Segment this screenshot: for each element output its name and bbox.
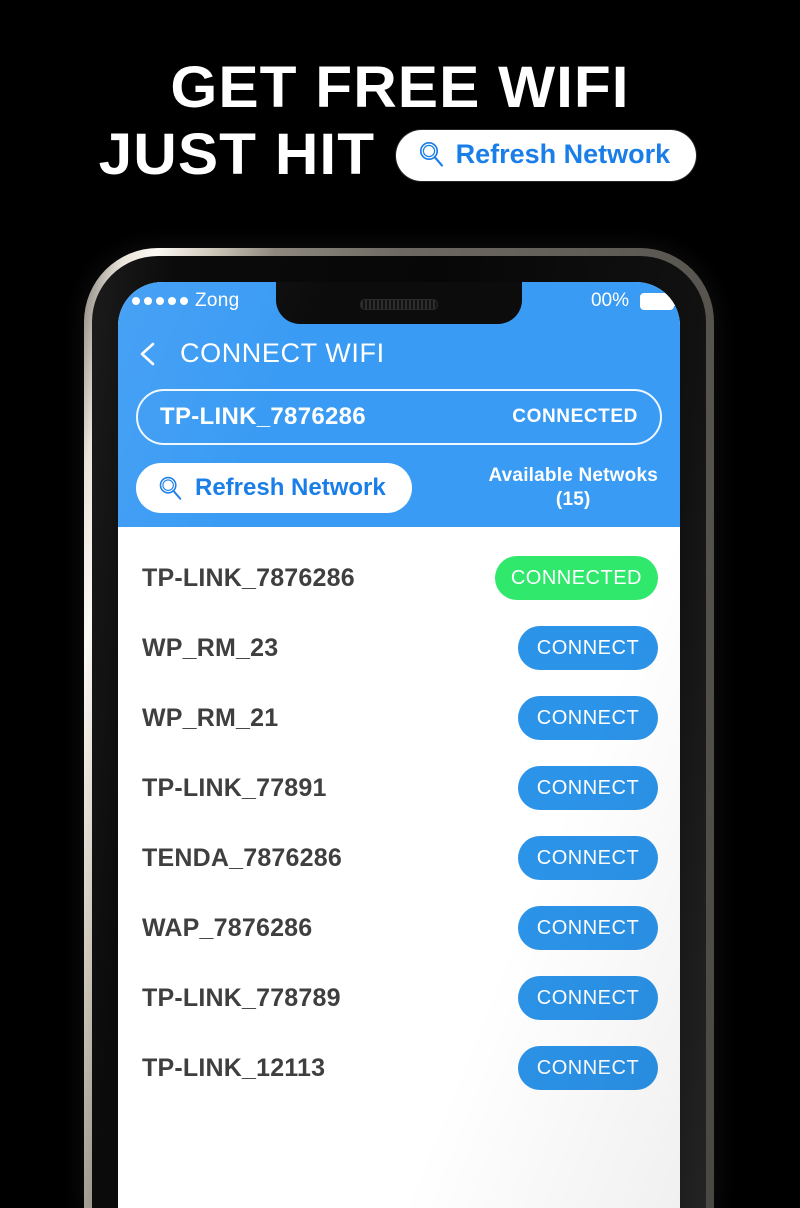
network-ssid: TP-LINK_77891 xyxy=(142,773,327,802)
network-list: TP-LINK_7876286 CONNECTED WP_RM_23 CONNECT W… xyxy=(118,527,680,1103)
network-row[interactable]: WP_RM_21 CONNECT xyxy=(118,683,680,753)
network-row[interactable]: TP-LINK_778789 CONNECT xyxy=(118,963,680,1033)
current-connection-status: CONNECTED xyxy=(512,406,638,427)
network-connected-badge: CONNECTED xyxy=(494,556,658,600)
chevron-left-icon[interactable] xyxy=(136,341,162,367)
phone-outer-bezel: Zong 00% CONNECT WIFI TP-LINK_7876286 CO… xyxy=(84,248,714,1208)
magnifier-icon xyxy=(156,474,184,502)
network-connect-button[interactable]: CONNECT xyxy=(518,696,658,740)
earpiece-speaker-icon xyxy=(360,299,438,310)
network-ssid: TP-LINK_7876286 xyxy=(142,563,355,592)
network-row[interactable]: TP-LINK_77891 CONNECT xyxy=(118,753,680,823)
network-ssid: TENDA_7876286 xyxy=(142,843,342,872)
phone-inner-frame: Zong 00% CONNECT WIFI TP-LINK_7876286 CO… xyxy=(92,256,706,1208)
phone-notch xyxy=(276,282,522,324)
network-row[interactable]: TENDA_7876286 CONNECT xyxy=(118,823,680,893)
network-connect-button[interactable]: CONNECT xyxy=(518,906,658,950)
carrier-name: Zong xyxy=(195,290,240,311)
promo-banner: GET FREE WIFI JUST HIT Refresh Network xyxy=(0,0,800,230)
network-connect-button[interactable]: CONNECT xyxy=(518,1046,658,1090)
header-actions-row: Refresh Network Available Netwoks (15) xyxy=(118,445,680,513)
refresh-network-label: Refresh Network xyxy=(195,474,386,501)
available-networks-count: (15) xyxy=(555,489,591,510)
promo-refresh-network-pill[interactable]: Refresh Network xyxy=(395,129,697,181)
app-header: CONNECT WIFI TP-LINK_7876286 CONNECTED R… xyxy=(118,322,680,527)
refresh-network-button[interactable]: Refresh Network xyxy=(136,463,412,513)
network-ssid: TP-LINK_778789 xyxy=(142,983,341,1012)
current-connection-ssid: TP-LINK_7876286 xyxy=(160,403,366,430)
network-ssid: WP_RM_23 xyxy=(142,633,279,662)
network-row[interactable]: TP-LINK_12113 CONNECT xyxy=(118,1033,680,1103)
promo-headline-line2-row: JUST HIT Refresh Network xyxy=(0,122,800,188)
status-bar-right: 00% xyxy=(590,290,677,312)
network-ssid: WP_RM_21 xyxy=(142,703,279,732)
network-connect-button[interactable]: CONNECT xyxy=(518,836,658,880)
page-title: CONNECT WIFI xyxy=(180,338,385,368)
network-connect-button[interactable]: CONNECT xyxy=(518,626,658,670)
promo-pill-label: Refresh Network xyxy=(455,138,671,169)
available-networks-label: Available Netwoks xyxy=(488,465,658,486)
available-networks-counter: Available Netwoks (15) xyxy=(488,464,658,512)
network-connect-button[interactable]: CONNECT xyxy=(518,766,658,810)
battery-percent-label: 00% xyxy=(590,290,629,311)
battery-full-icon xyxy=(640,292,677,310)
promo-headline-line1: GET FREE WIFI xyxy=(170,55,630,120)
signal-strength-icon xyxy=(132,297,188,305)
current-connection-bar[interactable]: TP-LINK_7876286 CONNECTED xyxy=(136,389,662,445)
status-bar: Zong 00% xyxy=(118,282,680,324)
network-ssid: WAP_7876286 xyxy=(142,913,313,942)
network-connect-button[interactable]: CONNECT xyxy=(518,976,658,1020)
network-row[interactable]: WAP_7876286 CONNECT xyxy=(118,893,680,963)
magnifier-icon xyxy=(416,139,446,169)
network-row[interactable]: WP_RM_23 CONNECT xyxy=(118,613,680,683)
phone-screen: Zong 00% CONNECT WIFI TP-LINK_7876286 CO… xyxy=(118,282,680,1208)
status-bar-left: Zong xyxy=(132,290,240,312)
network-ssid: TP-LINK_12113 xyxy=(142,1053,326,1082)
navigation-bar: CONNECT WIFI xyxy=(118,322,680,389)
network-row[interactable]: TP-LINK_7876286 CONNECTED xyxy=(118,543,680,613)
promo-headline-line2: JUST HIT xyxy=(98,122,375,187)
